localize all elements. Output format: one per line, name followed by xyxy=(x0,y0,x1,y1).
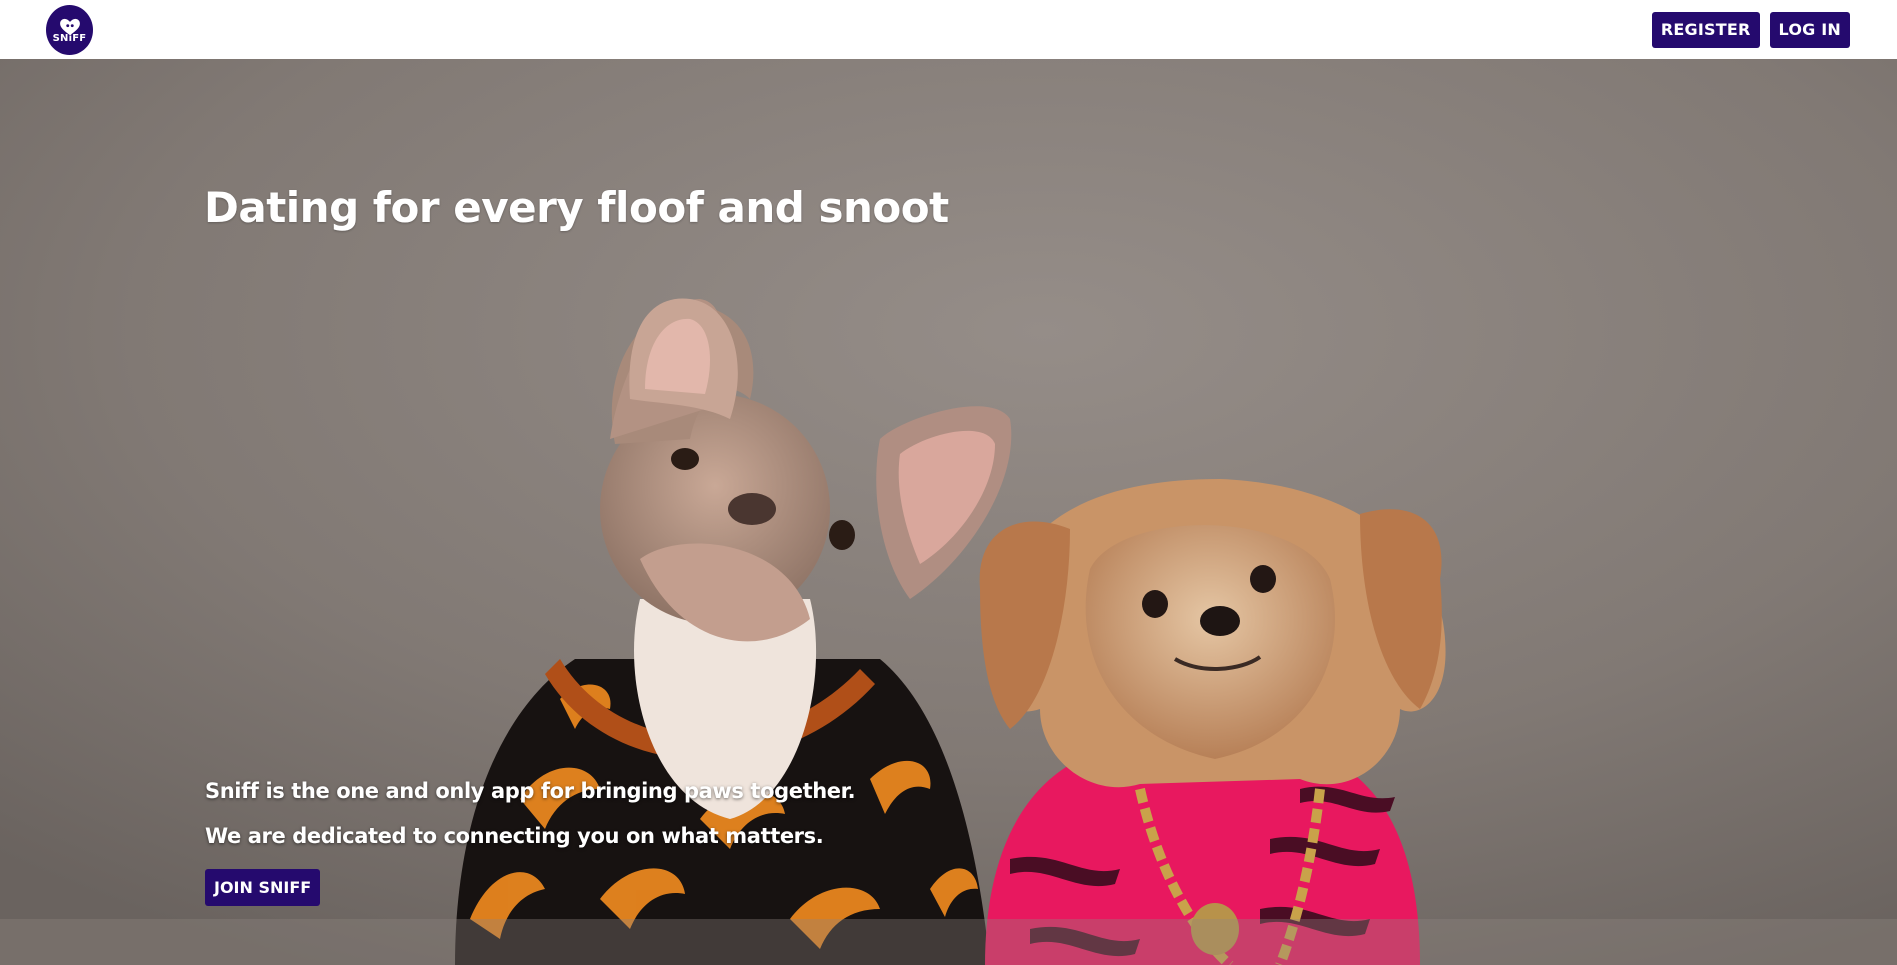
sniff-logo[interactable]: SNiFF xyxy=(46,4,93,55)
hero-line-1: Sniff is the one and only app for bringi… xyxy=(205,779,856,803)
login-button[interactable]: LOG IN xyxy=(1769,11,1850,48)
top-navbar: SNiFF REGISTER LOG IN xyxy=(0,0,1897,59)
hero-copy: Sniff is the one and only app for bringi… xyxy=(205,769,856,859)
hero-section: Dating for every floof and snoot Sniff i… xyxy=(0,59,1897,965)
join-sniff-button[interactable]: JOIN SNIFF xyxy=(205,869,321,906)
register-button[interactable]: REGISTER xyxy=(1651,11,1760,48)
hero-line-2: We are dedicated to connecting you on wh… xyxy=(205,824,824,848)
hero-title: Dating for every floof and snoot xyxy=(204,183,949,232)
logo-wordmark: SNiFF xyxy=(52,32,87,44)
auth-buttons: REGISTER LOG IN xyxy=(1651,11,1850,48)
